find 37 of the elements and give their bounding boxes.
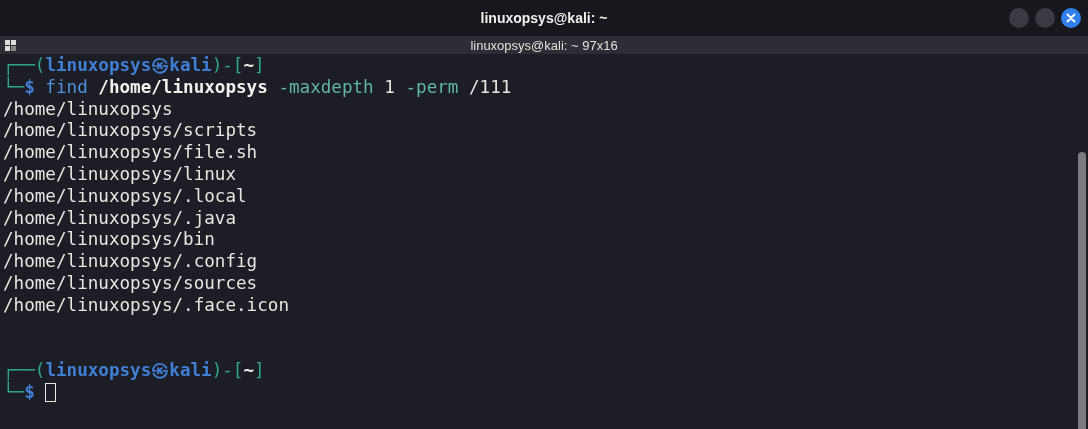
- window-title: linuxopsys@kali: ~: [480, 10, 608, 26]
- output-line: /home/linuxopsys/linux: [3, 164, 237, 186]
- prompt-frame: ]: [254, 360, 265, 382]
- output-line: /home/linuxopsys/.face.icon: [3, 294, 289, 317]
- prompt-frame: ┌──(: [3, 360, 46, 382]
- command-value: /111: [469, 76, 512, 99]
- output-line: /home/linuxopsys/scripts: [3, 120, 258, 143]
- prompt-frame: └─: [3, 76, 25, 99]
- prompt-sign: $: [24, 76, 35, 99]
- close-button[interactable]: [1060, 7, 1082, 29]
- text-cursor: [45, 383, 57, 403]
- tab-title: linuxopsys@kali: ~ 97x16: [470, 37, 618, 53]
- command-option: -maxdepth: [278, 76, 374, 99]
- prompt-frame: )-[: [211, 360, 244, 382]
- prompt-directory: ~: [243, 360, 255, 382]
- command-value: 1: [384, 76, 395, 99]
- output-line: /home/linuxopsys/.config: [3, 251, 258, 273]
- output-line: /home/linuxopsys/.java: [3, 207, 237, 230]
- output-line: /home/linuxopsys/bin: [3, 229, 215, 252]
- grid-icon[interactable]: [5, 40, 16, 51]
- output-line: /home/linuxopsys: [3, 98, 173, 121]
- prompt-frame: ]: [254, 55, 265, 77]
- prompt-frame: )-[: [211, 55, 244, 77]
- prompt-frame: └─: [3, 381, 25, 404]
- command-option: -perm: [405, 76, 459, 99]
- prompt-user-host: linuxopsys㉿kali: [45, 55, 212, 77]
- scrollbar-thumb[interactable]: [1078, 152, 1086, 429]
- prompt-frame: ┌──(: [3, 55, 46, 77]
- prompt-sign: $: [24, 381, 35, 404]
- prompt-directory: ~: [243, 55, 255, 77]
- output-line: /home/linuxopsys/sources: [3, 272, 258, 295]
- command-argument: /home/linuxopsys: [98, 76, 268, 99]
- output-line: /home/linuxopsys/file.sh: [3, 142, 258, 164]
- output-line: /home/linuxopsys/.local: [3, 185, 247, 208]
- minimize-button[interactable]: [1008, 7, 1030, 29]
- prompt-user-host: linuxopsys㉿kali: [45, 360, 212, 382]
- command-name: find: [45, 76, 88, 99]
